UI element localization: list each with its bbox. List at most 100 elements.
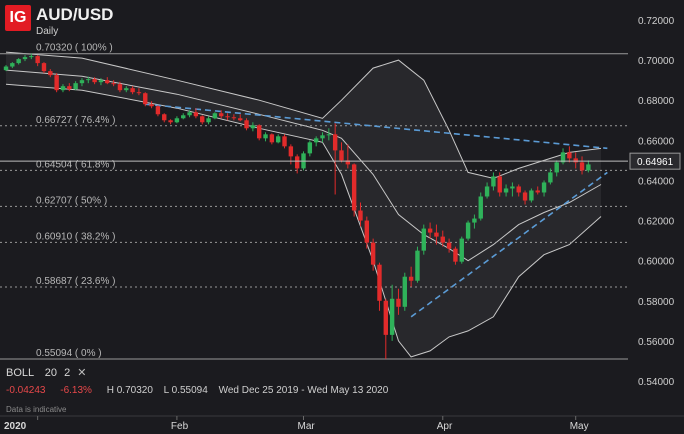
- candle-body: [408, 276, 414, 281]
- change-value: -0.04243: [6, 385, 46, 396]
- indicator-deviation: 2: [64, 367, 71, 379]
- candle-body: [29, 56, 34, 58]
- candle-body: [510, 186, 515, 189]
- candle-body: [313, 138, 319, 143]
- candle-body: [307, 142, 313, 154]
- candle-body: [219, 113, 224, 117]
- candle-body: [79, 80, 85, 84]
- y-axis-tick-label: 0.60000: [638, 257, 675, 268]
- candle-body: [579, 162, 585, 171]
- candle-body: [244, 120, 249, 129]
- candle-body: [573, 158, 578, 163]
- candle-body: [212, 113, 218, 119]
- candle-body: [257, 125, 262, 139]
- remove-indicator-icon[interactable]: ✕: [77, 367, 86, 379]
- candle-body: [522, 192, 528, 201]
- candle-body: [130, 88, 135, 93]
- ig-logo: IG: [5, 5, 31, 31]
- candle-body: [358, 210, 363, 221]
- candle-body: [250, 125, 256, 129]
- candle-body: [453, 248, 458, 262]
- candle-body: [446, 242, 452, 249]
- y-axis-tick-label: 0.54000: [638, 377, 675, 388]
- x-axis-tick-label: Feb: [171, 421, 189, 432]
- candle-body: [136, 92, 142, 94]
- candle-body: [269, 134, 275, 143]
- candle-body: [193, 112, 199, 117]
- candle-body: [67, 86, 72, 90]
- y-axis-tick-label: 0.70000: [638, 56, 675, 67]
- candle-body: [168, 120, 173, 123]
- candle-body: [35, 56, 40, 64]
- candle-body: [351, 164, 357, 211]
- date-range: Wed Dec 25 2019 - Wed May 13 2020: [218, 385, 389, 396]
- candle-body: [332, 134, 338, 151]
- data-disclaimer: Data is indicative: [6, 405, 67, 414]
- stats-row: -0.04243 -6.13% H 0.70320 L 0.55094 Wed …: [6, 385, 388, 396]
- x-axis-tick-label: May: [570, 421, 589, 432]
- high-value: H 0.70320: [106, 385, 153, 396]
- candle-body: [402, 276, 407, 307]
- candle-body: [294, 156, 300, 169]
- candle-body: [143, 93, 148, 105]
- candle-body: [238, 118, 243, 121]
- candle-body: [567, 152, 572, 159]
- x-axis-tick-label: Mar: [298, 421, 316, 432]
- candle-body: [491, 176, 496, 187]
- timeframe-label: Daily: [36, 26, 59, 37]
- candle-body: [421, 228, 426, 251]
- candle-body: [16, 59, 21, 64]
- fib-level-label: 0.60910 ( 38.2% ): [36, 231, 116, 242]
- candle-body: [10, 63, 15, 67]
- candle-body: [124, 88, 129, 91]
- candle-body: [3, 66, 9, 71]
- candle-body: [478, 196, 483, 219]
- candle-body: [105, 80, 110, 84]
- candle-body: [22, 57, 28, 60]
- candle-body: [440, 236, 445, 243]
- low-value: L 0.55094: [163, 385, 208, 396]
- x-axis-tick-label: Apr: [437, 421, 453, 432]
- candle-body: [548, 172, 553, 183]
- candle-body: [275, 136, 281, 143]
- candle-body: [48, 71, 53, 76]
- candle-body: [206, 118, 211, 123]
- candle-body: [484, 186, 490, 197]
- candle-body: [181, 115, 186, 119]
- y-axis-tick-label: 0.68000: [638, 96, 675, 107]
- candle-body: [586, 164, 591, 171]
- candle-body: [554, 162, 559, 173]
- price-chart[interactable]: 0.70320 ( 100% )0.66727 ( 76.4% )0.64504…: [0, 0, 684, 434]
- candle-body: [370, 242, 376, 265]
- candle-body: [427, 228, 433, 233]
- fib-level-label: 0.62707 ( 50% ): [36, 195, 107, 206]
- instrument-symbol: AUD/USD: [36, 5, 114, 24]
- candle-body: [320, 135, 325, 139]
- indicator-legend: BOLL 20 2 ✕: [6, 366, 87, 379]
- candle-body: [472, 218, 477, 223]
- candle-body: [174, 118, 180, 123]
- candle-body: [535, 190, 540, 193]
- y-axis-tick-label: 0.66000: [638, 136, 675, 147]
- candle-body: [415, 250, 420, 281]
- candle-body: [73, 83, 78, 90]
- y-axis-tick-label: 0.64000: [638, 176, 675, 187]
- candle-body: [162, 114, 167, 121]
- candle-body: [364, 220, 370, 243]
- fib-level-label: 0.70320 ( 100% ): [36, 43, 113, 54]
- indicator-name: BOLL: [6, 367, 34, 379]
- candle-body: [54, 75, 59, 91]
- candle-body: [434, 232, 439, 237]
- change-percent: -6.13%: [60, 385, 92, 396]
- candle-body: [383, 300, 388, 335]
- candle-body: [149, 104, 154, 107]
- candle-body: [541, 182, 547, 193]
- candle-body: [200, 116, 205, 123]
- candle-body: [117, 84, 123, 91]
- y-axis-tick-label: 0.72000: [638, 16, 675, 27]
- candle-body: [187, 112, 192, 116]
- candle-body: [60, 86, 66, 91]
- candle-body: [396, 298, 401, 307]
- candle-body: [41, 63, 47, 72]
- candle-body: [155, 106, 161, 115]
